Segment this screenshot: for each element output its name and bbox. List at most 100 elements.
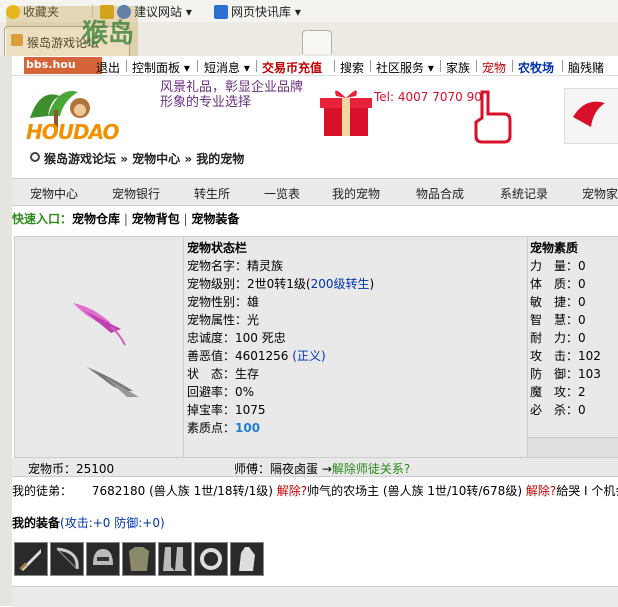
boots-icon[interactable] [158, 542, 192, 576]
page-left-gutter [0, 56, 12, 606]
attr-key: 力 量 [530, 259, 567, 273]
menu-pet-bank[interactable]: 宠物银行 [112, 185, 160, 202]
attr-row: 力 量：0 [530, 259, 586, 273]
pet-level: 宠物级别：2世0转1级(200级转生) [187, 275, 374, 292]
banner-ad-text: 风景礼品，彰显企业品牌形象的专业选择 [160, 80, 304, 110]
tab-active[interactable]: 猴岛游戏论坛 [4, 26, 130, 56]
nav-recharge[interactable]: 交易币充值 [262, 59, 322, 76]
attr-key: 智 慧 [530, 313, 567, 327]
apprentice-row: 我的徒弟： 7682180 (兽人族 1世/18转/1级) 解除?帅气的农场主 … [12, 482, 618, 499]
quick-link-equipment[interactable]: 宠物装备 [191, 212, 239, 226]
breadcrumb-sep: » [120, 152, 133, 166]
bow-icon[interactable] [50, 542, 84, 576]
attr-row: 耐 力：0 [530, 331, 586, 345]
apprentice-label: 我的徒弟： [12, 484, 73, 498]
equipment-label: 我的装备 [12, 516, 61, 530]
attr-key: 必 杀 [530, 403, 567, 417]
attr-value: 103 [578, 367, 601, 381]
attr-value: 0 [578, 295, 586, 309]
pet-drop-rate: 掉宝率：1075 [187, 403, 266, 417]
menu-system-log[interactable]: 系统记录 [500, 185, 548, 202]
fav-link-webslice[interactable]: 网页快讯库 ▾ [214, 3, 301, 20]
gift-box-icon [318, 82, 374, 140]
ie-icon [117, 5, 131, 19]
nav-control-panel[interactable]: 控制面板 ▾ [132, 59, 190, 76]
menu-pet-center[interactable]: 宠物中心 [30, 185, 78, 202]
nav-search[interactable]: 搜索 [340, 59, 364, 76]
quick-link-backpack[interactable]: 宠物背包 [132, 212, 180, 226]
remove-apprentice-link[interactable]: 解除? [526, 484, 556, 498]
nav-logout[interactable]: 退出 [96, 59, 120, 76]
nav-community[interactable]: 社区服务 ▾ [376, 59, 434, 76]
dissolve-master-link[interactable]: 解除师徒关系? [332, 462, 410, 476]
nav-gamble[interactable]: 脑残赌 [568, 59, 604, 76]
nav-messages[interactable]: 短消息 ▾ [204, 59, 250, 76]
breadcrumb: 猴岛游戏论坛 » 宠物中心 » 我的宠物 [12, 146, 618, 176]
pet-quality-value: 100 [235, 421, 261, 435]
nav-pets[interactable]: 宠物 [482, 59, 506, 76]
fav-link-suggested[interactable]: 建议网站 ▾ [100, 3, 192, 20]
menu-item-synthesis[interactable]: 物品合成 [416, 185, 464, 202]
attr-row: 体 质：0 [530, 277, 586, 291]
menu-overview[interactable]: 一览表 [264, 185, 300, 202]
site-logo[interactable]: HOUDAO [20, 80, 138, 144]
nav-farm[interactable]: 农牧场 [518, 59, 554, 76]
pet-menu-bar: 宠物中心 宠物银行 转生所 一览表 我的宠物 物品合成 系统记录 宠物家 [12, 178, 618, 206]
pet-element: 宠物属性：光 [187, 313, 260, 327]
top-nav: bbs.hou 退出 控制面板 ▾ 短消息 ▾ 交易币充值 搜索 社区服务 ▾ … [12, 57, 618, 76]
quick-entry-label: 快速入口： [12, 212, 73, 226]
pet-attributes-heading: 宠物素质 [530, 241, 579, 255]
morality-link[interactable]: (正义) [292, 349, 325, 363]
pet-status-panel: 宠物状态栏 宠物名字：精灵族 宠物级别：2世0转1级(200级转生) 宠物性别：… [183, 236, 528, 458]
pet-attributes-footer [527, 437, 618, 458]
quick-link-warehouse[interactable]: 宠物仓库 [72, 212, 120, 226]
apprentice-entry: 7682180 (兽人族 1世/18转/1级) [91, 484, 273, 498]
attr-key: 敏 捷 [530, 295, 567, 309]
add-favorite-icon [100, 5, 114, 19]
breadcrumb-my-pet: 我的宠物 [196, 152, 245, 166]
menu-rebirth[interactable]: 转生所 [194, 185, 230, 202]
search-icon [30, 152, 40, 162]
breadcrumb-pet-center[interactable]: 宠物中心 [132, 152, 180, 166]
attr-value: 0 [578, 313, 586, 327]
master-info: 师傅：隔夜卤蛋 →解除师徒关系? [234, 460, 410, 477]
attr-value: 0 [578, 277, 586, 291]
favorites-label: 收藏夹 [23, 5, 60, 19]
pet-coins: 宠物币：25100 [28, 462, 115, 476]
apprentice-entry: 帅气的农场主 (兽人族 1世/10转/678级) [307, 484, 522, 498]
pet-image-panel [14, 236, 184, 458]
banner: HOUDAO 风景礼品，彰显企业品牌形象的专业选择 Tel: 4007 7070… [12, 76, 618, 146]
attr-key: 魔 攻 [530, 385, 567, 399]
attr-key: 攻 击 [530, 349, 567, 363]
equipment-bar [12, 538, 618, 580]
pet-loyalty: 忠诚度：100 死忠 [187, 331, 286, 345]
fav-link-label: 建议网站 ▾ [134, 5, 192, 19]
quick-entry: 快速入口：宠物仓库 | 宠物背包 | 宠物装备 [12, 212, 240, 226]
pet-state: 状 态：生存 [187, 367, 260, 381]
breadcrumb-home[interactable]: 猴岛游戏论坛 [44, 152, 116, 166]
equipment-heading: 我的装备(攻击:+0 防御:+0) [12, 514, 165, 531]
pet-level-text: 宠物级别：2世0转1级( [187, 277, 311, 291]
footer-bar [12, 586, 618, 607]
new-tab-button[interactable] [302, 30, 332, 54]
watermark-strip: bbs.hou [24, 57, 102, 74]
favorites-bar: 收藏夹 建议网站 ▾ 网页快讯库 ▾ [0, 0, 618, 23]
sword-icon[interactable] [14, 542, 48, 576]
rebirth-link[interactable]: 200级转生 [311, 277, 370, 291]
gauntlet-icon[interactable] [230, 542, 264, 576]
menu-my-pet[interactable]: 我的宠物 [332, 185, 380, 202]
remove-apprentice-link[interactable]: 解除? [277, 484, 307, 498]
favorites-button[interactable]: 收藏夹 [6, 3, 59, 20]
menu-pet-home[interactable]: 宠物家 [582, 185, 618, 202]
webslice-icon [214, 5, 228, 19]
nav-family[interactable]: 家族 [446, 59, 470, 76]
breadcrumb-trail: 猴岛游戏论坛 » 宠物中心 » 我的宠物 [44, 150, 244, 167]
pet-level-suffix: ) [369, 277, 375, 291]
money-row: 宠物币：25100 师傅：隔夜卤蛋 →解除师徒关系? [12, 458, 618, 477]
attr-value: 0 [578, 331, 586, 345]
armor-icon[interactable] [122, 542, 156, 576]
pet-status-heading: 宠物状态栏 [187, 241, 248, 255]
helmet-icon[interactable] [86, 542, 120, 576]
sponsor-logo[interactable] [564, 88, 618, 144]
ring-icon[interactable] [194, 542, 228, 576]
